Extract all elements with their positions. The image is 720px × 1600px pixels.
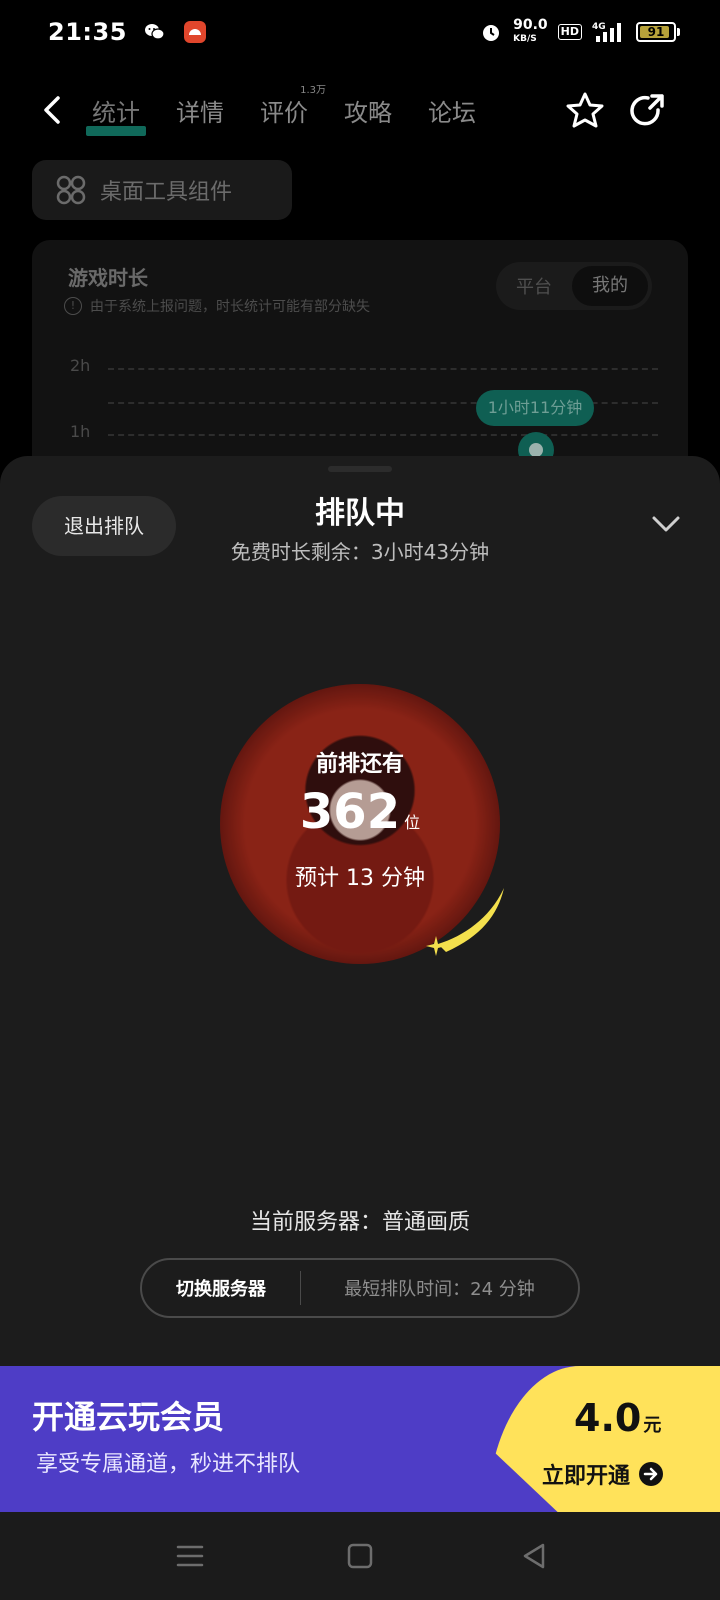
tab-bar: 统计 详情 评价 1.3万 攻略 论坛	[86, 78, 476, 142]
banner-subtitle: 享受专属通道，秒进不排队	[36, 1452, 301, 1477]
free-time-remaining: 免费时长剩余：3小时43分钟	[230, 540, 490, 564]
y-axis-label: 2h	[70, 356, 91, 375]
comet-sparkle-icon	[426, 888, 504, 956]
widget-grid-icon	[56, 175, 86, 205]
switch-server-button[interactable]: 切换服务器	[142, 1275, 300, 1301]
alarm-icon	[483, 25, 500, 41]
y-axis-label: 1h	[70, 422, 91, 441]
membership-price: 4.0 元	[574, 1396, 662, 1440]
segment-platform[interactable]: 平台	[496, 273, 572, 299]
segment-mine[interactable]: 我的	[572, 266, 648, 306]
share-icon[interactable]	[626, 90, 668, 132]
tab-4[interactable]: 论坛	[428, 93, 476, 128]
back-nav-icon[interactable]	[516, 1538, 552, 1574]
banner-title: 开通云玩会员	[32, 1398, 225, 1436]
chart-tooltip: 1小时11分钟	[476, 390, 594, 426]
favorite-star-icon[interactable]	[564, 90, 606, 132]
menu-icon[interactable]	[172, 1538, 208, 1574]
widget-button-label: 桌面工具组件	[100, 180, 233, 205]
tab-3[interactable]: 攻略	[344, 93, 392, 128]
svg-text:4G: 4G	[592, 22, 606, 32]
shortest-queue-time: 最短排队时间：24 分钟	[344, 1279, 535, 1300]
info-icon: !	[64, 297, 82, 315]
server-options: 切换服务器 最短排队时间：24 分钟	[140, 1258, 580, 1318]
tab-0[interactable]: 统计	[86, 93, 146, 136]
gridline	[108, 368, 658, 370]
sheet-handle[interactable]	[328, 466, 392, 472]
battery-icon: 91	[636, 22, 680, 42]
hd-badge: HD	[557, 24, 582, 40]
top-navigation: 统计 详情 评价 1.3万 攻略 论坛	[0, 78, 720, 142]
back-icon[interactable]	[36, 92, 72, 128]
chevron-down-icon[interactable]	[648, 510, 684, 538]
subscribe-now-button[interactable]: 立即开通	[542, 1458, 664, 1490]
system-navigation-bar	[0, 1512, 720, 1600]
queue-title: 排队中	[315, 496, 405, 531]
wechat-icon	[144, 24, 165, 40]
card-title: 游戏时长	[68, 266, 148, 290]
home-icon[interactable]	[342, 1538, 378, 1574]
card-note: ! 由于系统上报问题，时长统计可能有部分缺失	[64, 296, 370, 316]
gridline	[108, 434, 658, 436]
status-bar: 21:35 90.0 KB/S HD 4G 91	[0, 0, 720, 64]
membership-banner[interactable]: 开通云玩会员 享受专属通道，秒进不排队 4.0 元 立即开通	[0, 1366, 720, 1512]
queue-position: 362 位	[299, 784, 421, 840]
segment-control: 平台 我的	[496, 262, 652, 310]
status-time: 21:35	[48, 18, 127, 46]
tab-2[interactable]: 评价 1.3万	[260, 85, 326, 128]
ahead-label: 前排还有	[315, 752, 404, 777]
arrow-right-circle-icon	[639, 1462, 664, 1486]
tab-1[interactable]: 详情	[176, 93, 224, 128]
network-speed: 90.0 KB/S	[513, 17, 548, 44]
current-server: 当前服务器：普通画质	[249, 1210, 470, 1235]
review-count-badge: 1.3万	[300, 84, 326, 96]
desktop-widget-button[interactable]: 桌面工具组件	[32, 160, 292, 220]
app-notification-icon	[183, 21, 206, 43]
signal-icon: 4G	[592, 22, 621, 42]
